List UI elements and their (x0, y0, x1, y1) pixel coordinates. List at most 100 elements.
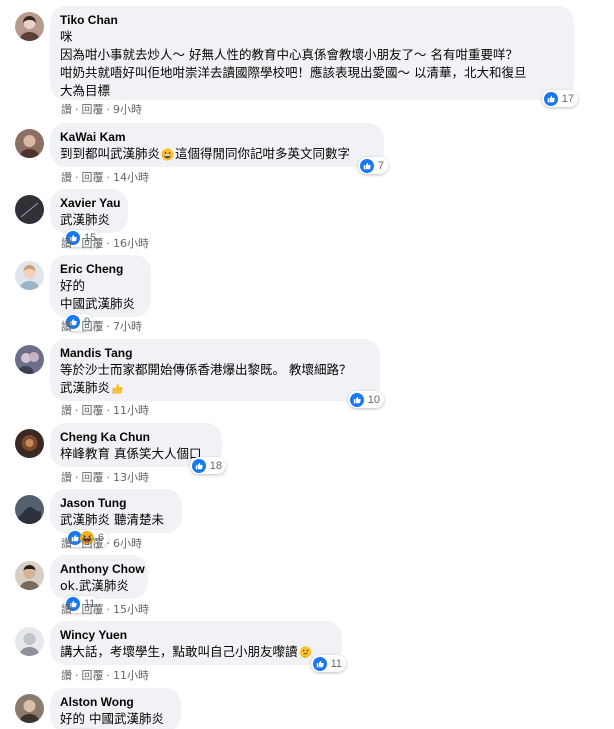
comment-text-line: 咁奶共就唔好叫佢地咁崇洋去讀國際學校吧！應該表現出愛國～ 以清華，北大和復旦 (60, 65, 527, 80)
comment-bubble: Tiko Chan 咪 因為咁小事就去炒人～ 好無人性的教育中心真係會教壞小朋友… (50, 6, 578, 107)
comment-bubble: Mandis Tang 等於沙士而家都開始傳係香港爆出黎既。 教壞細路？ 武漢肺… (50, 339, 384, 408)
like-button[interactable]: 讚 (61, 471, 72, 485)
comment-timestamp[interactable]: 13小時 (113, 471, 149, 485)
separator-dot: · (106, 103, 111, 116)
like-button[interactable]: 讚 (61, 404, 72, 418)
comment-actions: 讚 · 回覆 · 6小時 (61, 537, 142, 551)
reaction-count: 10 (367, 393, 380, 406)
comment-text-part: 中國武漢肺炎 (60, 296, 136, 311)
comment-author[interactable]: Tiko Chan (60, 12, 564, 28)
comment-bubble: Anthony Chow ok.武漢肺炎 11 (50, 555, 148, 613)
comment-text-part: 武漢肺炎 聽清楚未 (60, 512, 164, 527)
comment-text-part: 到到都叫武漢肺炎 (60, 146, 161, 161)
separator-dot: · (106, 603, 111, 616)
reply-button[interactable]: 回覆 (82, 537, 104, 551)
comment-actions: 讚 · 回覆 · 11小時 (61, 404, 149, 418)
comment-author[interactable]: Eric Cheng (60, 261, 141, 277)
avatar[interactable] (15, 345, 44, 374)
reply-button[interactable]: 回覆 (82, 471, 104, 485)
like-icon (350, 393, 364, 407)
comment-bubble: Jason Tung 武漢肺炎 聽清楚未 6 (50, 489, 182, 547)
reply-button[interactable]: 回覆 (82, 320, 104, 334)
avatar[interactable] (15, 694, 44, 723)
separator-dot: · (106, 320, 111, 333)
reaction-summary[interactable]: 7 (357, 157, 388, 174)
reaction-summary[interactable]: 17 (541, 90, 578, 107)
comment-timestamp[interactable]: 9小時 (113, 103, 142, 117)
comment-timestamp[interactable]: 15小時 (113, 603, 149, 617)
reaction-count: 17 (561, 92, 574, 105)
comment-actions: 讚 · 回覆 · 7小時 (61, 320, 142, 334)
comment-text: 梓峰教育 真係笑大人個口 (60, 446, 202, 461)
comment-actions: 讚 · 回覆 · 11小時 (61, 669, 149, 683)
separator-dot: · (75, 603, 79, 616)
separator-dot: · (75, 171, 79, 184)
comment-text-line: 等於沙士而家都開始傳係香港爆出黎既。 教壞細路？ (60, 362, 352, 377)
comment-author[interactable]: Xavier Yau (60, 195, 121, 211)
avatar[interactable] (15, 12, 44, 41)
like-button[interactable]: 讚 (61, 669, 72, 683)
comment-text-part: 武漢肺炎 (60, 212, 111, 227)
comment-bubble: Xavier Yau 武漢肺炎 15 (50, 189, 128, 247)
reply-button[interactable]: 回覆 (82, 103, 104, 117)
reaction-summary[interactable]: 11 (310, 655, 346, 672)
comment-text-part: 武漢肺炎 (60, 380, 111, 395)
separator-dot: · (106, 171, 111, 184)
separator-dot: · (75, 471, 79, 484)
comment-timestamp[interactable]: 14小時 (113, 171, 149, 185)
grinning-emoji-icon (161, 148, 174, 166)
reaction-count: 11 (330, 657, 342, 670)
like-button[interactable]: 讚 (61, 103, 72, 117)
separator-dot: · (75, 237, 79, 250)
separator-dot: · (106, 669, 111, 682)
reply-button[interactable]: 回覆 (82, 669, 104, 683)
reply-button[interactable]: 回覆 (82, 171, 104, 185)
reaction-count: 7 (377, 159, 384, 172)
comment-timestamp[interactable]: 11小時 (113, 669, 149, 683)
comment-bubble: KaWai Kam 到到都叫武漢肺炎 這個得閒同你記咁多英文同數字 7 (50, 123, 388, 174)
reaction-summary[interactable]: 10 (347, 391, 384, 408)
avatar[interactable] (15, 627, 44, 656)
comment-timestamp[interactable]: 16小時 (113, 237, 149, 251)
like-button[interactable]: 讚 (61, 537, 72, 551)
avatar[interactable] (15, 561, 44, 590)
comment-author[interactable]: KaWai Kam (60, 129, 374, 145)
avatar[interactable] (15, 495, 44, 524)
separator-dot: · (106, 404, 111, 417)
like-button[interactable]: 讚 (61, 171, 72, 185)
avatar[interactable] (15, 129, 44, 158)
comment-actions: 讚 · 回覆 · 14小時 (61, 171, 149, 185)
comment-text-part: ok.武漢肺炎 (60, 578, 129, 593)
like-icon (544, 92, 558, 106)
comment-text-line: 大為目標 (60, 83, 111, 98)
comment-author[interactable]: Wincy Yuen (60, 627, 332, 643)
reaction-count: 18 (209, 459, 222, 472)
separator-dot: · (75, 537, 79, 550)
comment-text-part: 講大話，考壞學生，點敢叫自己小朋友嚟讀 (60, 644, 298, 659)
comment-timestamp[interactable]: 7小時 (113, 320, 142, 334)
comment-timestamp[interactable]: 6小時 (113, 537, 142, 551)
comment-text-line: 因為咁小事就去炒人～ 好無人性的教育中心真係會教壞小朋友了～ 名有咁重要咩？ (60, 47, 518, 62)
comment-author[interactable]: Jason Tung (60, 495, 172, 511)
like-icon (313, 657, 327, 671)
like-icon (360, 159, 374, 173)
thinking-emoji-icon (299, 646, 312, 664)
avatar[interactable] (15, 261, 44, 290)
reply-button[interactable]: 回覆 (82, 404, 104, 418)
reply-button[interactable]: 回覆 (82, 237, 104, 251)
like-button[interactable]: 讚 (61, 237, 72, 251)
comment-author[interactable]: Anthony Chow (60, 561, 145, 577)
comment-actions: 讚 · 回覆 · 13小時 (61, 471, 149, 485)
comment-author[interactable]: Mandis Tang (60, 345, 370, 361)
comment-author[interactable]: Cheng Ka Chun (60, 429, 212, 445)
like-icon (192, 459, 206, 473)
reaction-summary[interactable]: 18 (189, 457, 226, 474)
comment-timestamp[interactable]: 11小時 (113, 404, 149, 418)
avatar[interactable] (15, 195, 44, 224)
like-button[interactable]: 讚 (61, 603, 72, 617)
reply-button[interactable]: 回覆 (82, 603, 104, 617)
avatar[interactable] (15, 429, 44, 458)
comment-text: 講大話，考壞學生，點敢叫自己小朋友嚟讀 (60, 643, 332, 664)
comment-author[interactable]: Alston Wong (60, 694, 171, 710)
like-button[interactable]: 讚 (61, 320, 72, 334)
